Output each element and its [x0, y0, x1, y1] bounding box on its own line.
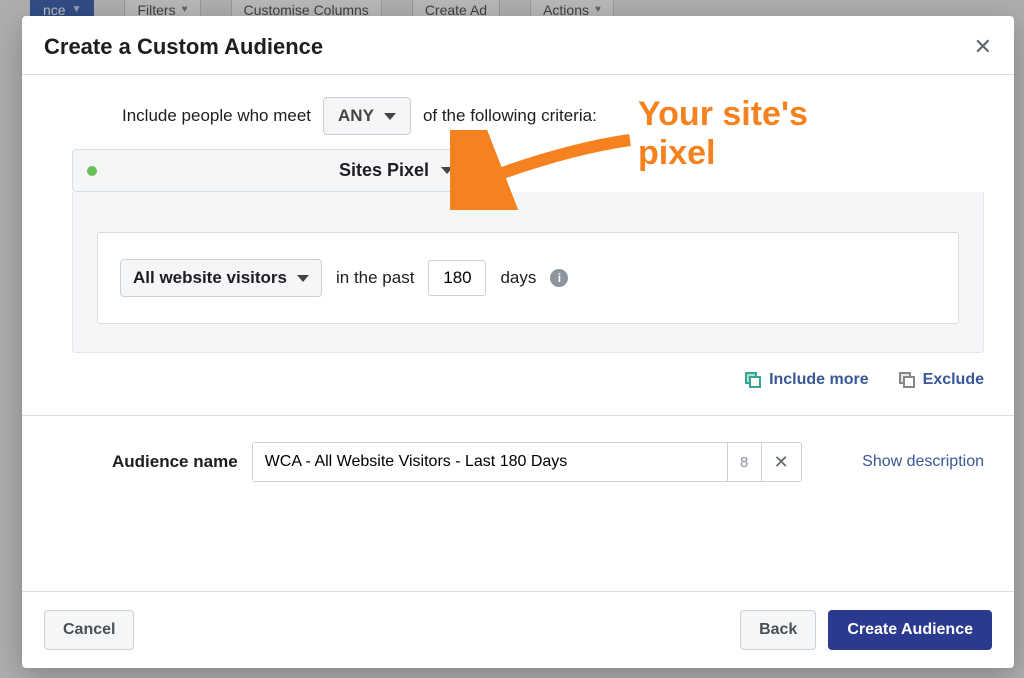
- audience-name-chars-remaining: 8: [727, 443, 761, 481]
- match-any-label: ANY: [338, 106, 374, 126]
- create-audience-modal: Create a Custom Audience ✕ Include peopl…: [22, 16, 1014, 668]
- create-audience-button[interactable]: Create Audience: [828, 610, 992, 650]
- in-past-label: in the past: [336, 268, 414, 288]
- days-word: days: [500, 268, 536, 288]
- audience-name-label: Audience name: [112, 452, 238, 472]
- criteria-prefix: Include people who meet: [122, 106, 311, 126]
- modal-title: Create a Custom Audience: [44, 34, 323, 60]
- show-description-link[interactable]: Show description: [862, 453, 984, 471]
- modal-header: Create a Custom Audience ✕: [22, 16, 1014, 75]
- rule-box: All website visitors in the past days i: [97, 232, 959, 324]
- clear-name-icon[interactable]: ✕: [761, 443, 801, 481]
- exclude-icon: [899, 372, 915, 388]
- criteria-block: Sites Pixel All website visitors in the …: [60, 149, 984, 353]
- close-icon[interactable]: ✕: [974, 36, 992, 58]
- pixel-status-dot-icon: [87, 166, 97, 176]
- criteria-sentence: Include people who meet ANY of the follo…: [22, 75, 1014, 149]
- days-input[interactable]: [428, 260, 486, 296]
- caret-down-icon: [441, 167, 453, 174]
- modal-body: Include people who meet ANY of the follo…: [22, 75, 1014, 591]
- pixel-selector[interactable]: Sites Pixel: [72, 149, 474, 192]
- criteria-panel: All website visitors in the past days i: [72, 192, 984, 353]
- include-icon: [745, 372, 761, 388]
- caret-down-icon: [384, 113, 396, 120]
- match-any-dropdown[interactable]: ANY: [323, 97, 411, 135]
- visitor-type-dropdown[interactable]: All website visitors: [120, 259, 322, 297]
- criteria-suffix: of the following criteria:: [423, 106, 597, 126]
- cancel-button[interactable]: Cancel: [44, 610, 134, 650]
- include-exclude-row: Include more Exclude: [22, 353, 1014, 397]
- back-button[interactable]: Back: [740, 610, 816, 650]
- audience-name-input[interactable]: [253, 443, 727, 481]
- modal-footer: Cancel Back Create Audience: [22, 591, 1014, 668]
- caret-down-icon: [297, 275, 309, 282]
- audience-name-input-wrap: 8 ✕: [252, 442, 802, 482]
- audience-name-row: Audience name 8 ✕ Show description: [22, 416, 1014, 508]
- info-icon[interactable]: i: [550, 269, 568, 287]
- visitor-rule-row: All website visitors in the past days i: [120, 259, 936, 297]
- pixel-label: Sites Pixel: [111, 160, 459, 181]
- include-more-link[interactable]: Include more: [745, 371, 869, 389]
- exclude-link[interactable]: Exclude: [899, 371, 984, 389]
